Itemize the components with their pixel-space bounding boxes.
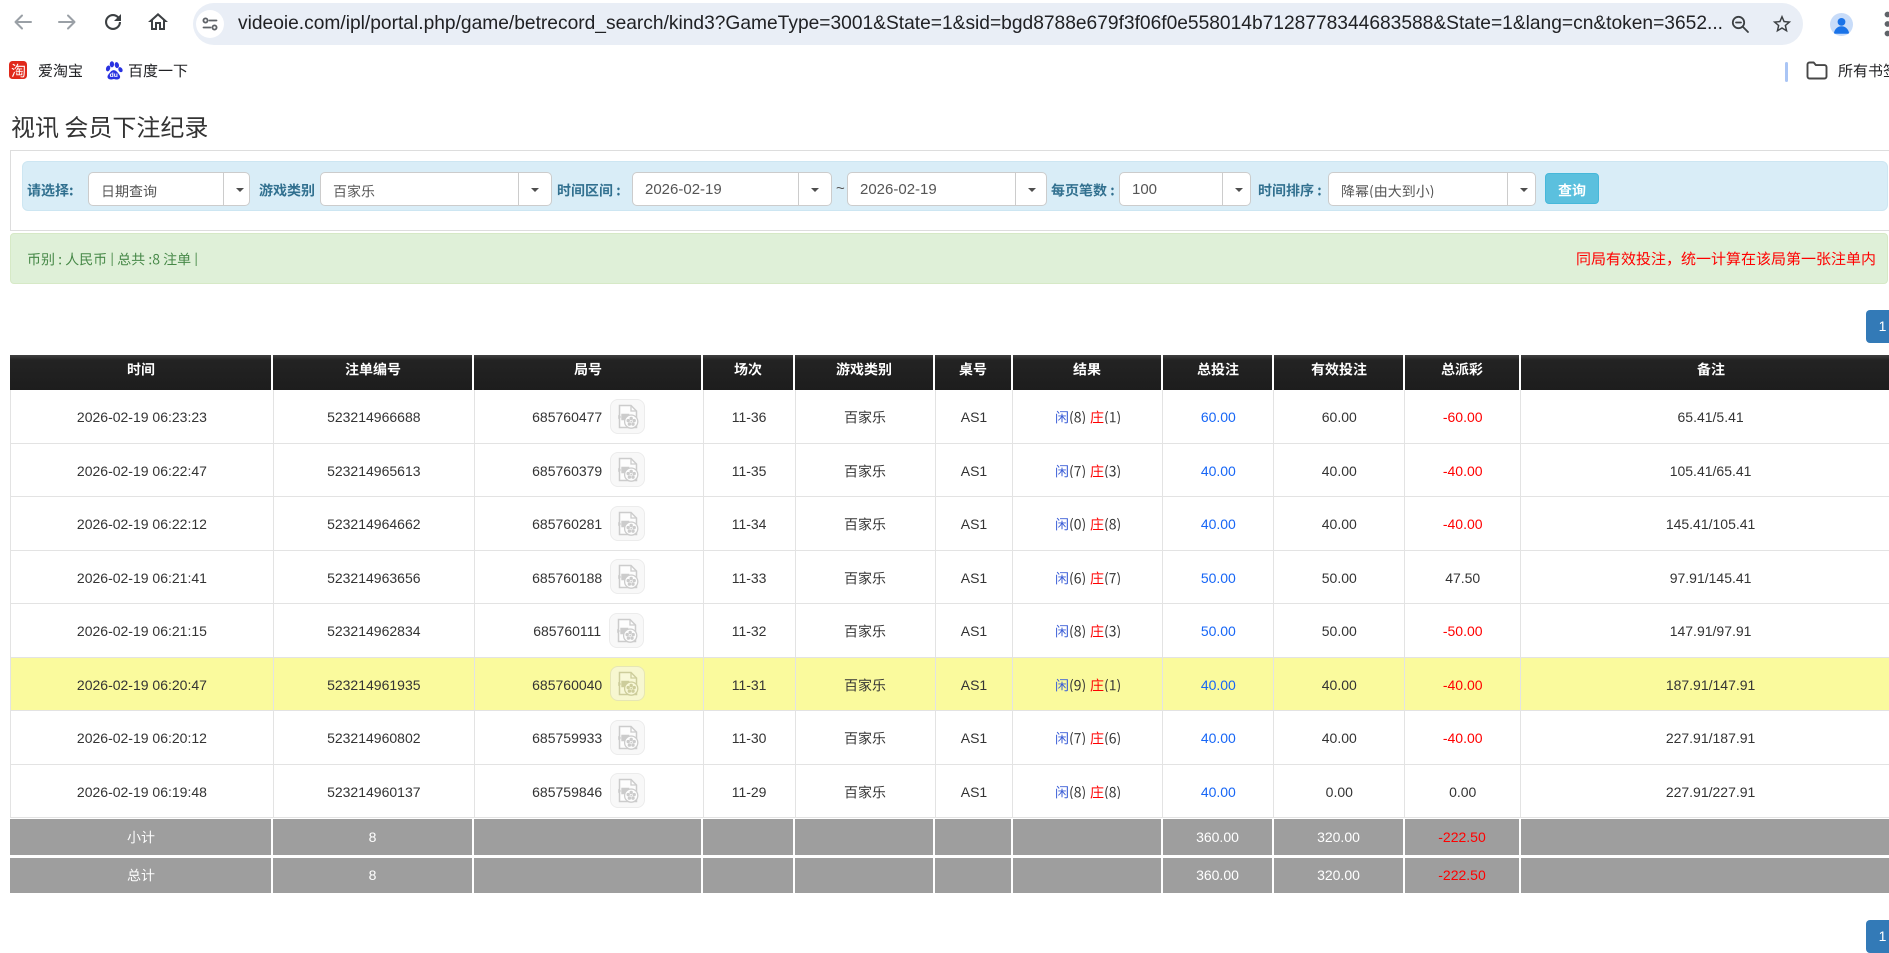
svg-text:du: du [110, 72, 118, 79]
